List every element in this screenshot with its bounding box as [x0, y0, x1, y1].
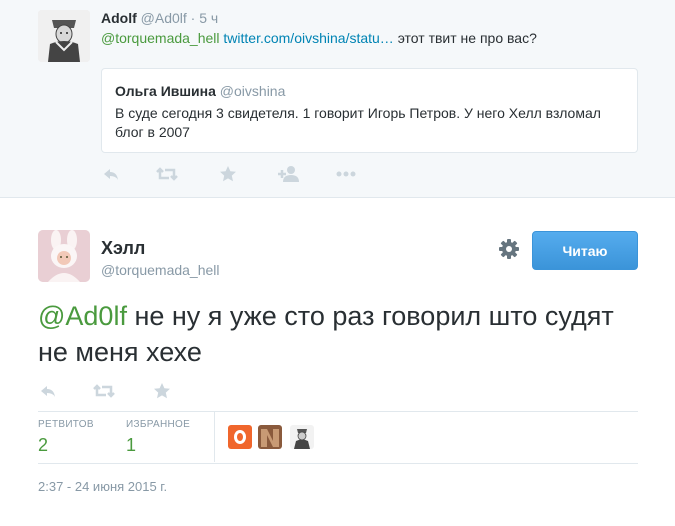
main-author-name[interactable]: Хэлл [101, 238, 145, 259]
tweet-timestamp[interactable]: 2:37 - 24 июня 2015 г. [38, 479, 167, 494]
gear-icon[interactable] [498, 238, 520, 260]
main-avatar[interactable] [38, 230, 90, 282]
parent-text-body: этот твит не про вас? [397, 30, 537, 46]
retweet-icon[interactable] [93, 381, 115, 401]
main-mention-link[interactable]: @Ad0lf [38, 301, 127, 331]
quoted-author-handle: @oivshina [219, 83, 286, 99]
orange-avatar[interactable] [228, 425, 252, 449]
parent-header: Adolf @Ad0lf · 5 ч [101, 10, 218, 26]
follow-button[interactable]: Читаю [532, 231, 638, 270]
parent-avatar[interactable] [38, 10, 90, 62]
brown-avatar[interactable] [258, 425, 282, 449]
quoted-header: Ольга Ившина @oivshina [115, 83, 285, 99]
parent-author-name[interactable]: Adolf [101, 10, 137, 26]
quoted-author-name: Ольга Ившина [115, 83, 216, 99]
favorites-stat[interactable]: ИЗБРАННОЕ 1 [126, 419, 190, 456]
main-author-handle[interactable]: @torquemada_hell [101, 262, 220, 278]
follow-icon[interactable] [277, 164, 301, 184]
reply-icon[interactable] [38, 381, 58, 401]
stats-separator [214, 412, 215, 462]
retweet-icon[interactable] [156, 164, 178, 184]
favorite-icon[interactable] [152, 381, 172, 401]
more-icon[interactable] [335, 164, 357, 184]
quoted-tweet[interactable]: Ольга Ившина @oivshina В суде сегодня 3 … [101, 68, 638, 153]
parent-time[interactable]: 5 ч [199, 10, 218, 26]
stats-top-divider [38, 411, 638, 412]
parent-text: @torquemada_hell twitter.com/oivshina/st… [101, 30, 537, 46]
retweets-count: 2 [38, 435, 49, 455]
parent-status-link[interactable]: twitter.com/oivshina/statu… [223, 30, 393, 46]
knight-avatar[interactable] [290, 425, 314, 449]
quoted-text: В суде сегодня 3 свидетеля. 1 говорит Иг… [115, 105, 601, 140]
reply-icon[interactable] [101, 164, 121, 184]
retweets-stat[interactable]: РЕТВИТОВ 2 [38, 419, 94, 456]
favorites-label: ИЗБРАННОЕ [126, 419, 191, 430]
retweets-label: РЕТВИТОВ [38, 419, 94, 430]
parent-separator: · [190, 10, 196, 26]
favorite-icon[interactable] [218, 164, 238, 184]
parent-mention-link[interactable]: @torquemada_hell [101, 30, 220, 46]
parent-tweet[interactable]: Adolf @Ad0lf · 5 ч @torquemada_hell twit… [0, 0, 675, 198]
main-tweet-text: @Ad0lf не ну я уже сто раз говорил што с… [38, 298, 638, 370]
parent-author-handle[interactable]: @Ad0lf [141, 10, 187, 26]
stats-bottom-divider [38, 463, 638, 464]
favorites-count: 1 [126, 435, 137, 455]
